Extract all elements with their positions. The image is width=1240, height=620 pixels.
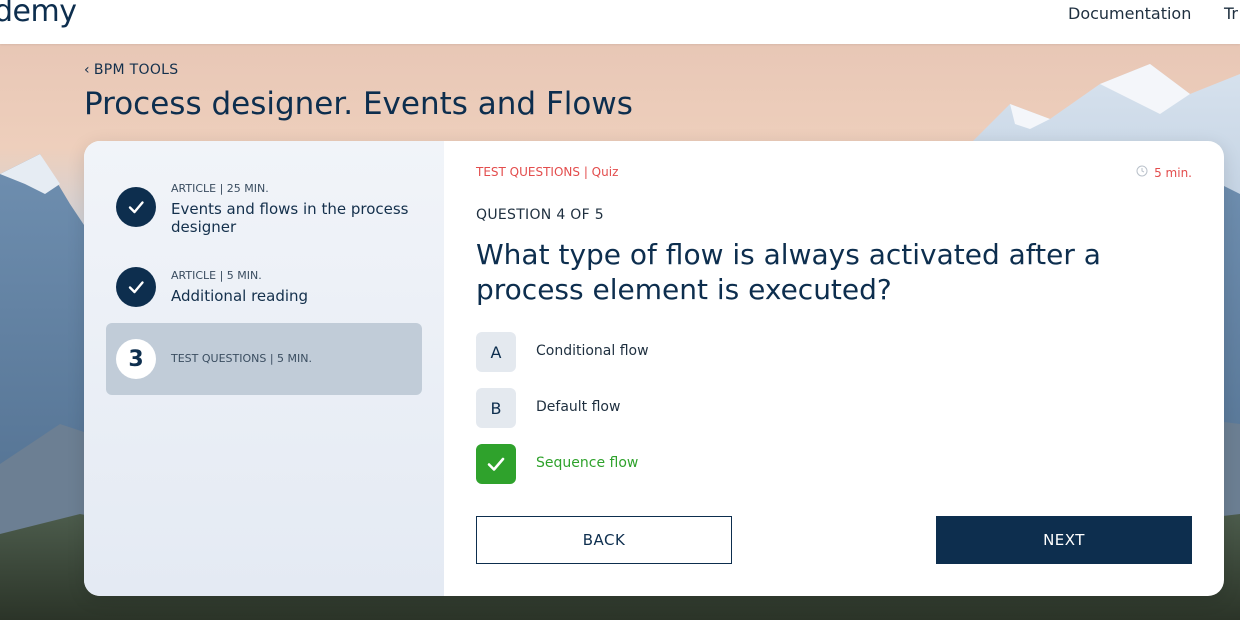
step-meta: TEST QUESTIONS | 5 MIN. [171, 352, 312, 365]
lesson-card: ARTICLE | 25 MIN. Events and flows in th… [84, 141, 1224, 596]
next-button[interactable]: NEXT [936, 516, 1192, 564]
back-button[interactable]: BACK [476, 516, 732, 564]
clock-icon [1136, 165, 1148, 180]
question-line-2: process element is executed? [476, 273, 892, 306]
lesson-steps-sidebar: ARTICLE | 25 MIN. Events and flows in th… [84, 141, 444, 596]
quiz-kicker: TEST QUESTIONS | Quiz [476, 165, 619, 179]
correct-check-icon [476, 444, 516, 484]
question-text: What type of flow is always activated af… [476, 237, 1176, 307]
site-logo[interactable]: demy [0, 0, 77, 29]
option-letter: B [476, 388, 516, 428]
step-completed-check-icon [116, 187, 156, 227]
answer-option-c-selected[interactable]: Sequence flow [476, 444, 876, 484]
step-item-test-questions[interactable]: 3 TEST QUESTIONS | 5 MIN. [106, 323, 422, 395]
question-counter: QUESTION 4 OF 5 [476, 207, 604, 223]
quiz-duration: 5 min. [1136, 165, 1192, 180]
quiz-panel: TEST QUESTIONS | Quiz 5 min. QUESTION 4 … [444, 141, 1224, 596]
page-title: Process designer. Events and Flows [84, 86, 633, 122]
top-navigation-bar: demy Documentation Tr [0, 0, 1240, 44]
step-number: 3 [116, 339, 156, 379]
answer-option-b[interactable]: B Default flow [476, 388, 876, 428]
question-line-1: What type of flow is always activated af… [476, 238, 1101, 271]
step-item-events-and-flows[interactable]: ARTICLE | 25 MIN. Events and flows in th… [106, 173, 422, 253]
answer-option-a[interactable]: A Conditional flow [476, 332, 876, 372]
step-meta: ARTICLE | 5 MIN. [171, 269, 262, 282]
option-letter: A [476, 332, 516, 372]
back-link-label: BPM TOOLS [93, 62, 179, 78]
step-completed-check-icon [116, 267, 156, 307]
nav-link-documentation[interactable]: Documentation [1068, 4, 1191, 23]
step-item-additional-reading[interactable]: ARTICLE | 5 MIN. Additional reading [106, 259, 422, 319]
option-label: Default flow [536, 399, 621, 415]
option-label: Sequence flow [536, 455, 639, 471]
step-title: Additional reading [171, 287, 309, 305]
duration-label: 5 min. [1154, 165, 1192, 180]
option-label: Conditional flow [536, 343, 649, 359]
step-title: Events and flows in the process designer [171, 200, 409, 236]
step-meta: ARTICLE | 25 MIN. [171, 182, 269, 195]
back-to-course-link[interactable]: ‹ BPM TOOLS [84, 62, 178, 78]
chevron-left-icon: ‹ [84, 62, 90, 78]
nav-link-truncated[interactable]: Tr [1224, 4, 1238, 23]
